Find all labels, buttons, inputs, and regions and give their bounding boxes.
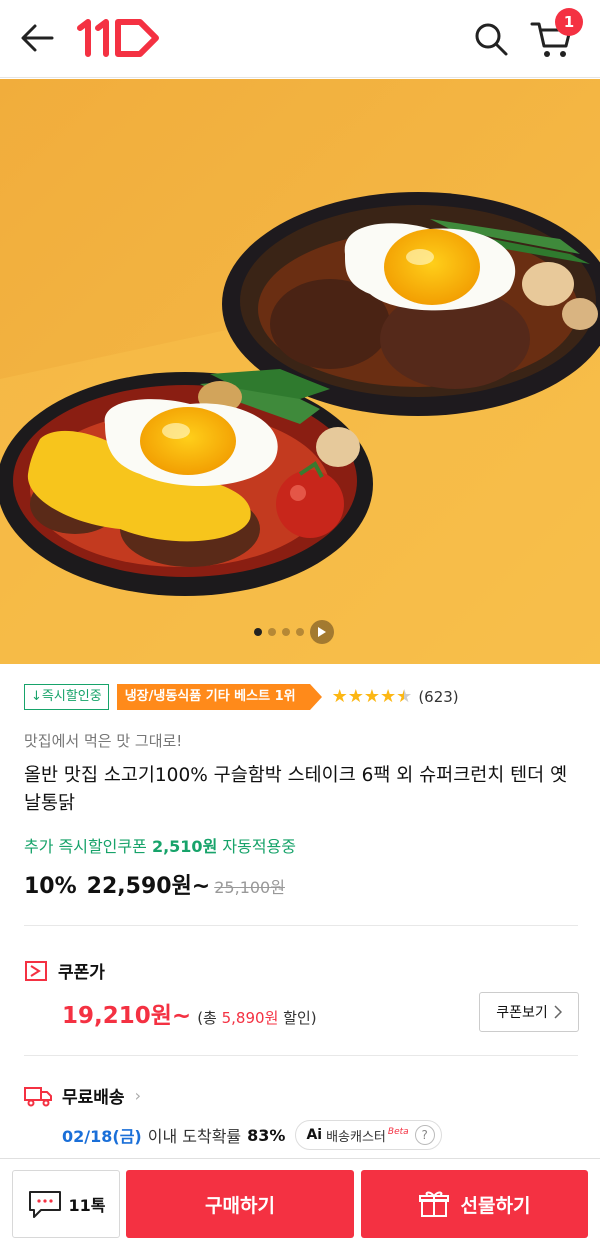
auto-coupon-amount: 2,510원 [151,837,218,856]
top-header: 1 [0,0,600,78]
product-subtitle: 맛집에서 먹은 맛 그대로! [24,732,183,750]
auto-coupon-suffix: 자동적용중 [222,837,296,856]
delivery-estimate: 02/18(금) 이내 도착확률 83% Ai 배송캐스터 Beta ? [62,1120,442,1150]
carousel-dot-2[interactable] [268,628,276,636]
coupon-note-suffix: 할인) [283,1009,317,1027]
buy-button[interactable]: 구매하기 [126,1170,354,1238]
carousel-indicator[interactable] [254,620,334,644]
coupon-note-amount: 5,890원 [221,1009,279,1027]
price-row: 10% 22,590원~ 25,100원 [24,868,285,900]
review-count[interactable]: (623) [418,688,458,706]
chat-bubble-icon [28,1191,61,1218]
eleven-st-logo[interactable] [74,16,164,60]
back-arrow-icon[interactable] [18,20,58,56]
cart-count-badge: 1 [555,8,583,36]
star-icon: ★ [380,686,397,707]
coupon-discount-note: (총 5,890원 할인) [197,1007,316,1028]
star-icon: ★ [347,686,364,707]
coupon-section-label: 쿠폰가 [24,958,105,983]
product-badges: ↓즉시할인중 냉장/냉동식품 기타 베스트 1위 ★ ★ ★ ★ ★ (623) [24,683,459,711]
divider [24,1055,578,1056]
instant-discount-tag: ↓즉시할인중 [24,684,109,710]
ai-caster-text: 배송캐스터 [326,1129,386,1145]
delivery-date: 02/18(금) [62,1127,142,1146]
view-coupon-button[interactable]: 쿠폰보기 [479,992,579,1032]
best-rank-tag[interactable]: 냉장/냉동식품 기타 베스트 1위 [116,684,322,710]
carousel-dot-4[interactable] [296,628,304,636]
product-title: 올반 맛집 소고기100% 구슬함박 스테이크 6팩 외 슈퍼크런치 텐더 옛날… [24,765,568,814]
auto-coupon-info: 추가 즉시할인쿠폰 2,510원 자동적용중 [24,833,296,857]
gift-label: 선물하기 [460,1194,531,1217]
carousel-dot-3[interactable] [282,628,290,636]
free-shipping-label: 무료배송 [62,1088,125,1108]
half-star-icon: ★ [396,686,413,707]
original-price: 25,100원 [214,878,285,897]
discount-rate: 10% [24,874,77,899]
help-icon[interactable]: ? [414,1125,435,1145]
talk-label: 11톡 [68,1196,106,1215]
auto-coupon-prefix: 추가 즉시할인쿠폰 [24,837,147,856]
coupon-label: 쿠폰가 [58,963,105,983]
delivery-text: 이내 도착확률 [147,1127,242,1146]
search-icon[interactable] [470,18,512,60]
star-icon: ★ [331,686,348,707]
coupon-note-prefix: (총 [197,1009,217,1027]
ai-label: Ai [306,1127,323,1143]
carousel-play-icon[interactable] [310,620,334,644]
chevron-right-icon [554,1005,562,1019]
rating-stars[interactable]: ★ ★ ★ ★ ★ (623) [331,686,459,707]
truck-icon [24,1086,52,1106]
coupon-price-row: 19,210원~ (총 5,890원 할인) [62,996,317,1030]
delivery-rate: 83% [247,1125,286,1145]
bottom-action-bar: 11톡 구매하기 선물하기 [0,1158,600,1244]
coupon-icon [25,960,47,981]
ai-delivery-caster-pill[interactable]: Ai 배송캐스터 Beta ? [295,1120,442,1150]
view-coupon-label: 쿠폰보기 [496,1005,548,1021]
gift-icon [418,1191,449,1217]
sale-price: 22,590원~ [86,874,211,899]
shipping-section-label[interactable]: 무료배송 › [24,1083,141,1108]
coupon-price: 19,210원~ [62,1003,192,1029]
carousel-dot-1[interactable] [254,628,262,636]
gift-button[interactable]: 선물하기 [361,1170,588,1238]
star-icon: ★ [363,686,381,707]
eleven-talk-button[interactable]: 11톡 [12,1170,120,1238]
product-hero-image[interactable] [0,79,600,664]
beta-label: Beta [387,1127,409,1137]
divider [24,925,578,926]
chevron-right-icon: › [134,1086,141,1105]
